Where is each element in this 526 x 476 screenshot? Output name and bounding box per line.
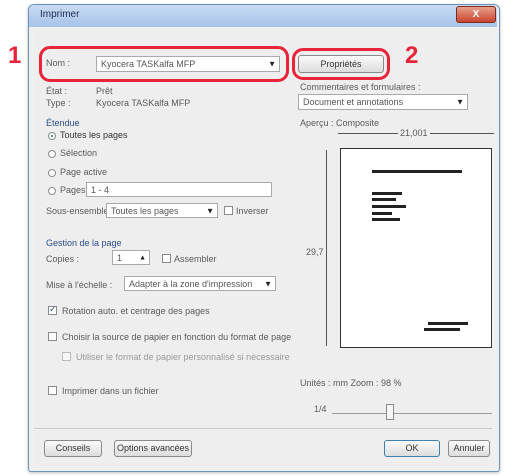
units-zoom-label: Unités : mm Zoom : 98 % — [300, 378, 402, 388]
copies-value: 1 — [117, 253, 123, 263]
preview-text-line — [428, 322, 468, 325]
all-pages-label: Toutes les pages — [60, 130, 128, 140]
preview-text-line — [372, 218, 400, 221]
print-to-file-label: Imprimer dans un fichier — [62, 386, 159, 396]
pages-radio[interactable] — [48, 187, 56, 195]
reverse-checkbox[interactable] — [224, 206, 233, 215]
cancel-button[interactable]: Annuler — [448, 440, 490, 457]
copies-input[interactable]: 1 ▲ — [112, 250, 150, 265]
scaling-value: Adapter à la zone d'impression — [129, 279, 253, 289]
preview-width-value: 21,001 — [398, 128, 430, 138]
auto-rotate-checkbox[interactable] — [48, 304, 57, 315]
current-page-radio[interactable] — [48, 169, 56, 177]
chevron-down-icon: ▼ — [206, 206, 214, 215]
preview-text-line — [372, 212, 392, 215]
subset-value: Toutes les pages — [111, 206, 179, 216]
collate-checkbox[interactable] — [162, 254, 171, 263]
footer-divider — [34, 428, 492, 429]
selection-radio[interactable] — [48, 150, 56, 158]
paper-source-label: Choisir la source de papier en fonction … — [62, 332, 292, 342]
preview-text-line — [372, 170, 462, 173]
paper-source-checkbox[interactable] — [48, 332, 57, 341]
preview-text-line — [424, 328, 460, 331]
chevron-down-icon: ▼ — [264, 279, 272, 288]
auto-rotate-label: Rotation auto. et centrage des pages — [62, 306, 210, 316]
callout-ring-printer — [39, 46, 289, 82]
all-pages-radio[interactable] — [48, 132, 56, 140]
reverse-label: Inverser — [236, 206, 269, 216]
scaling-select[interactable]: Adapter à la zone d'impression ▼ — [124, 276, 276, 291]
range-heading: Étendue — [46, 118, 80, 128]
subset-select[interactable]: Toutes les pages ▼ — [106, 203, 218, 218]
window-title: Imprimer — [40, 9, 80, 20]
print-to-file-checkbox[interactable] — [48, 386, 57, 395]
comments-label: Commentaires et formulaires : — [300, 82, 421, 92]
callout-number-2: 2 — [405, 42, 419, 69]
scaling-label: Mise à l'échelle : — [46, 280, 113, 290]
copies-label: Copies : — [46, 254, 80, 264]
page-counter: 1/4 — [314, 404, 327, 414]
setup-button[interactable]: Conseils — [44, 440, 102, 457]
pages-label: Pages — [60, 185, 86, 195]
ok-button[interactable]: OK — [384, 440, 440, 457]
type-label: Type : — [46, 98, 71, 108]
chevron-down-icon: ▼ — [456, 97, 464, 107]
current-page-label: Page active — [60, 167, 108, 177]
subset-label: Sous-ensemble : — [46, 206, 114, 216]
preview-text-line — [372, 192, 402, 195]
collate-label: Assembler — [174, 254, 217, 264]
custom-paper-label: Utiliser le format de papier personnalis… — [76, 352, 290, 362]
status-value: Prêt — [96, 86, 113, 96]
preview-text-line — [372, 205, 406, 208]
callout-number-1: 1 — [8, 42, 22, 69]
selection-label: Sélection — [60, 148, 98, 158]
height-dimension-line — [326, 150, 327, 346]
preview-height-value: 29,7 — [306, 246, 324, 258]
preview-text-line — [372, 198, 396, 201]
custom-paper-checkbox[interactable] — [62, 352, 71, 361]
spinner-arrows-icon: ▲ — [139, 254, 146, 261]
comments-select[interactable]: Document et annotations ▼ — [298, 94, 468, 110]
title-bar[interactable] — [29, 5, 497, 27]
page-slider-thumb[interactable] — [386, 404, 394, 420]
type-value: Kyocera TASKalfa MFP — [96, 98, 191, 108]
close-button[interactable]: X — [456, 6, 496, 23]
preview-page — [340, 148, 492, 348]
preview-heading: Aperçu : Composite — [300, 118, 380, 128]
pages-input[interactable]: 1 - 4 — [86, 182, 272, 197]
advanced-button[interactable]: Options avancées — [114, 440, 192, 457]
callout-ring-properties — [292, 48, 390, 80]
status-label: État : — [46, 86, 68, 96]
page-handling-heading: Gestion de la page — [46, 238, 122, 248]
page-slider-track[interactable] — [332, 413, 492, 414]
comments-value: Document et annotations — [303, 97, 404, 107]
